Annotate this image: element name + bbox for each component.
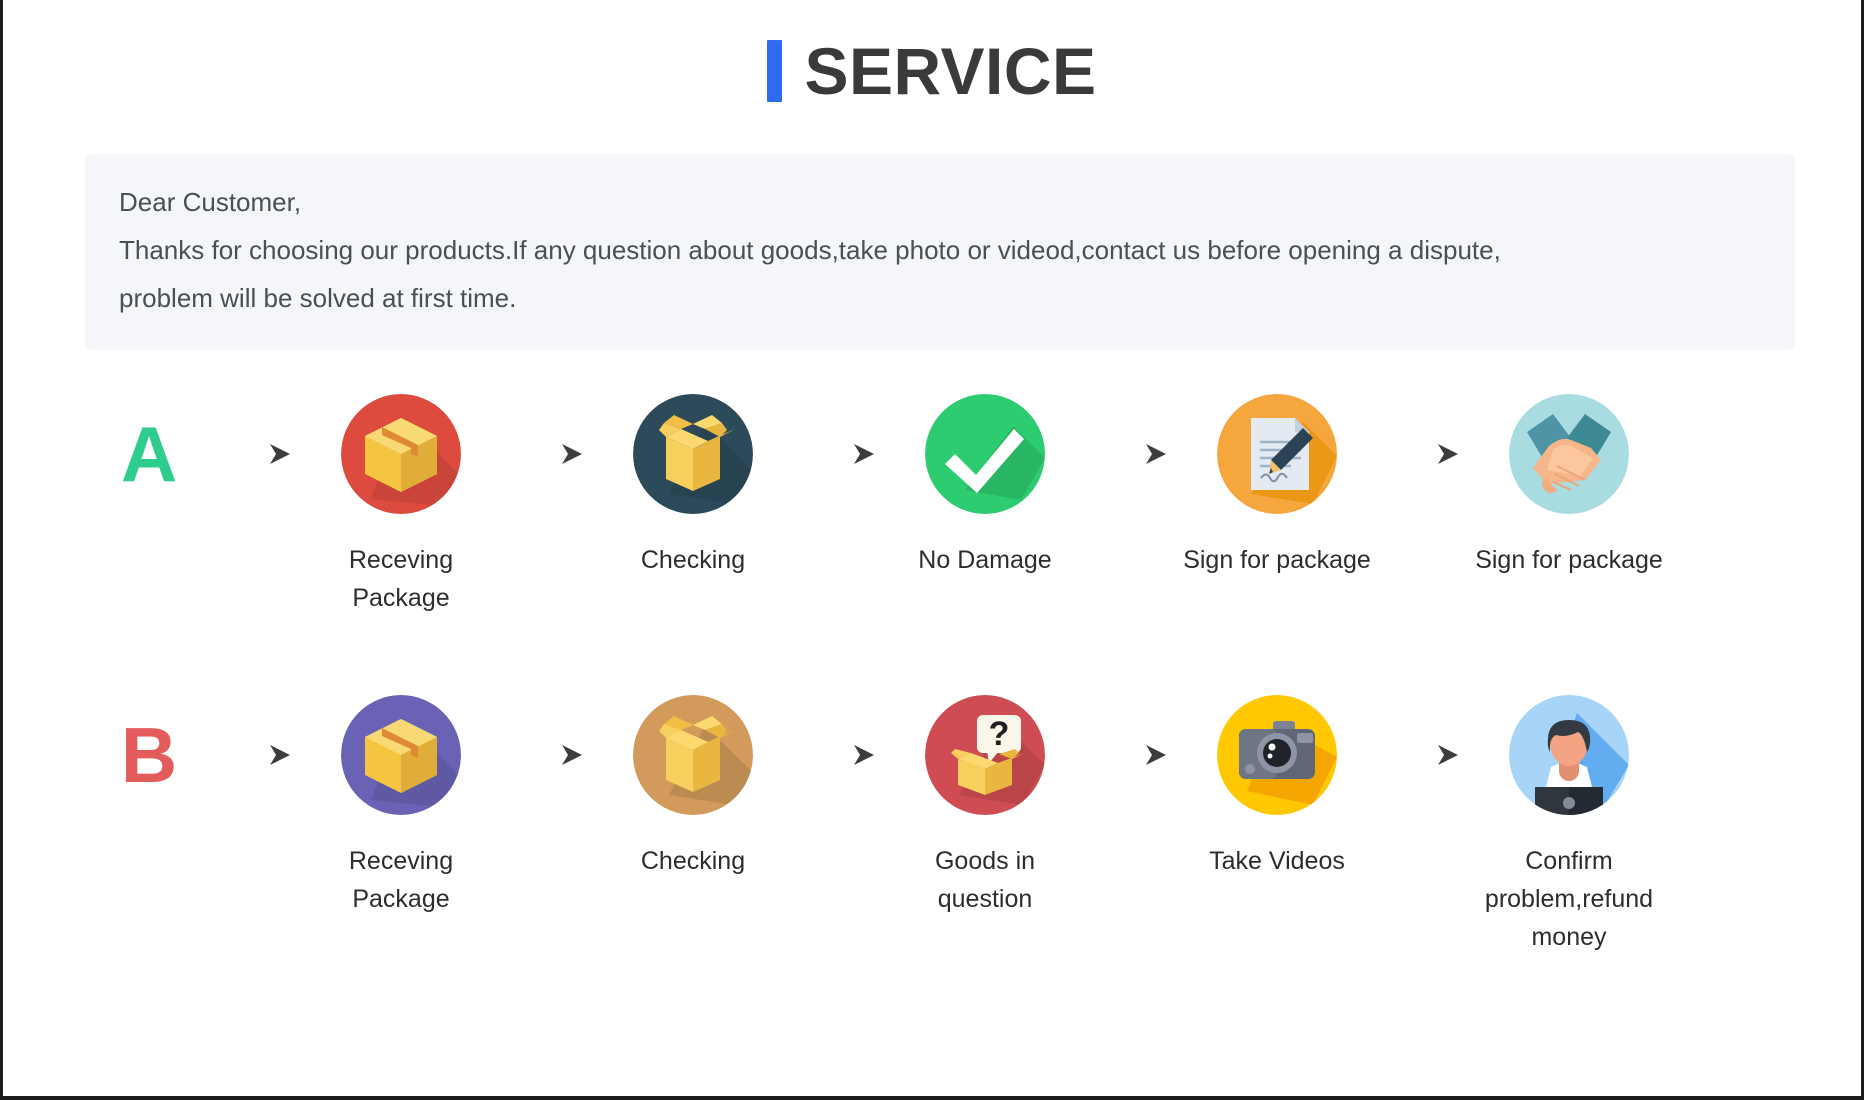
package-box-icon [341, 394, 461, 514]
arrow-icon [793, 695, 885, 815]
step-label: Goods in question [934, 847, 1036, 913]
flow-step: Take Videos [1177, 695, 1377, 880]
flow-letter-a: A [120, 410, 178, 498]
arrow-icon [209, 695, 301, 815]
arrow-icon [1377, 695, 1469, 815]
page-title-text: SERVICE [804, 34, 1097, 108]
flow-step: Checking [593, 695, 793, 880]
step-label: Sign for package [1475, 546, 1663, 574]
step-label: No Damage [918, 546, 1052, 574]
notice-line-1: Dear Customer, [119, 187, 302, 217]
flow-step: No Damage [885, 394, 1085, 579]
step-label: Confirm problem,refund money [1484, 847, 1654, 951]
arrow-icon [501, 394, 593, 514]
flow-step: Sign for package [1469, 394, 1669, 579]
open-box-icon [633, 394, 753, 514]
arrow-icon [1377, 394, 1469, 514]
arrow-icon [793, 394, 885, 514]
flow-step: Confirm problem,refund money [1469, 695, 1669, 956]
arrow-icon [501, 695, 593, 815]
camera-icon [1217, 695, 1337, 815]
flow-letter-b: B [120, 711, 178, 799]
flow-step: Sign for package [1177, 394, 1377, 579]
arrow-icon [1085, 695, 1177, 815]
step-label: Checking [640, 847, 746, 875]
svg-text:?: ? [989, 715, 1010, 753]
flow-step: Checking [593, 394, 793, 579]
flow-label-a: A [89, 394, 209, 514]
page-title: SERVICE [767, 38, 1096, 104]
step-label: Take Videos [1209, 847, 1345, 875]
step-label: Receving Package [348, 546, 454, 612]
handshake-icon [1509, 394, 1629, 514]
flow-step: Receving Package [301, 695, 501, 918]
package-box-icon [341, 695, 461, 815]
document-pen-icon [1217, 394, 1337, 514]
service-page: SERVICE Dear Customer, Thanks for choosi… [0, 0, 1864, 1100]
notice-line-3: problem will be solved at first time. [119, 283, 517, 313]
flow-row-b: B Receving Package Checking ? Goods in q… [3, 695, 1861, 956]
question-box-icon: ? [925, 695, 1045, 815]
flow-label-b: B [89, 695, 209, 815]
flow-step: Receving Package [301, 394, 501, 617]
notice-line-2: Thanks for choosing our products.If any … [119, 235, 1501, 265]
step-label: Sign for package [1183, 546, 1371, 574]
arrow-icon [209, 394, 301, 514]
step-label: Checking [640, 546, 746, 574]
arrow-icon [1085, 394, 1177, 514]
open-box-icon [633, 695, 753, 815]
customer-notice-box: Dear Customer, Thanks for choosing our p… [85, 154, 1795, 350]
step-label: Receving Package [348, 847, 454, 913]
title-accent-bar [767, 40, 783, 102]
flow-step: ? Goods in question [885, 695, 1085, 918]
page-header: SERVICE [3, 0, 1861, 107]
checkmark-icon [925, 394, 1045, 514]
flow-row-a: A Receving Package Checking No Damage Si… [3, 394, 1861, 617]
support-person-icon [1509, 695, 1629, 815]
